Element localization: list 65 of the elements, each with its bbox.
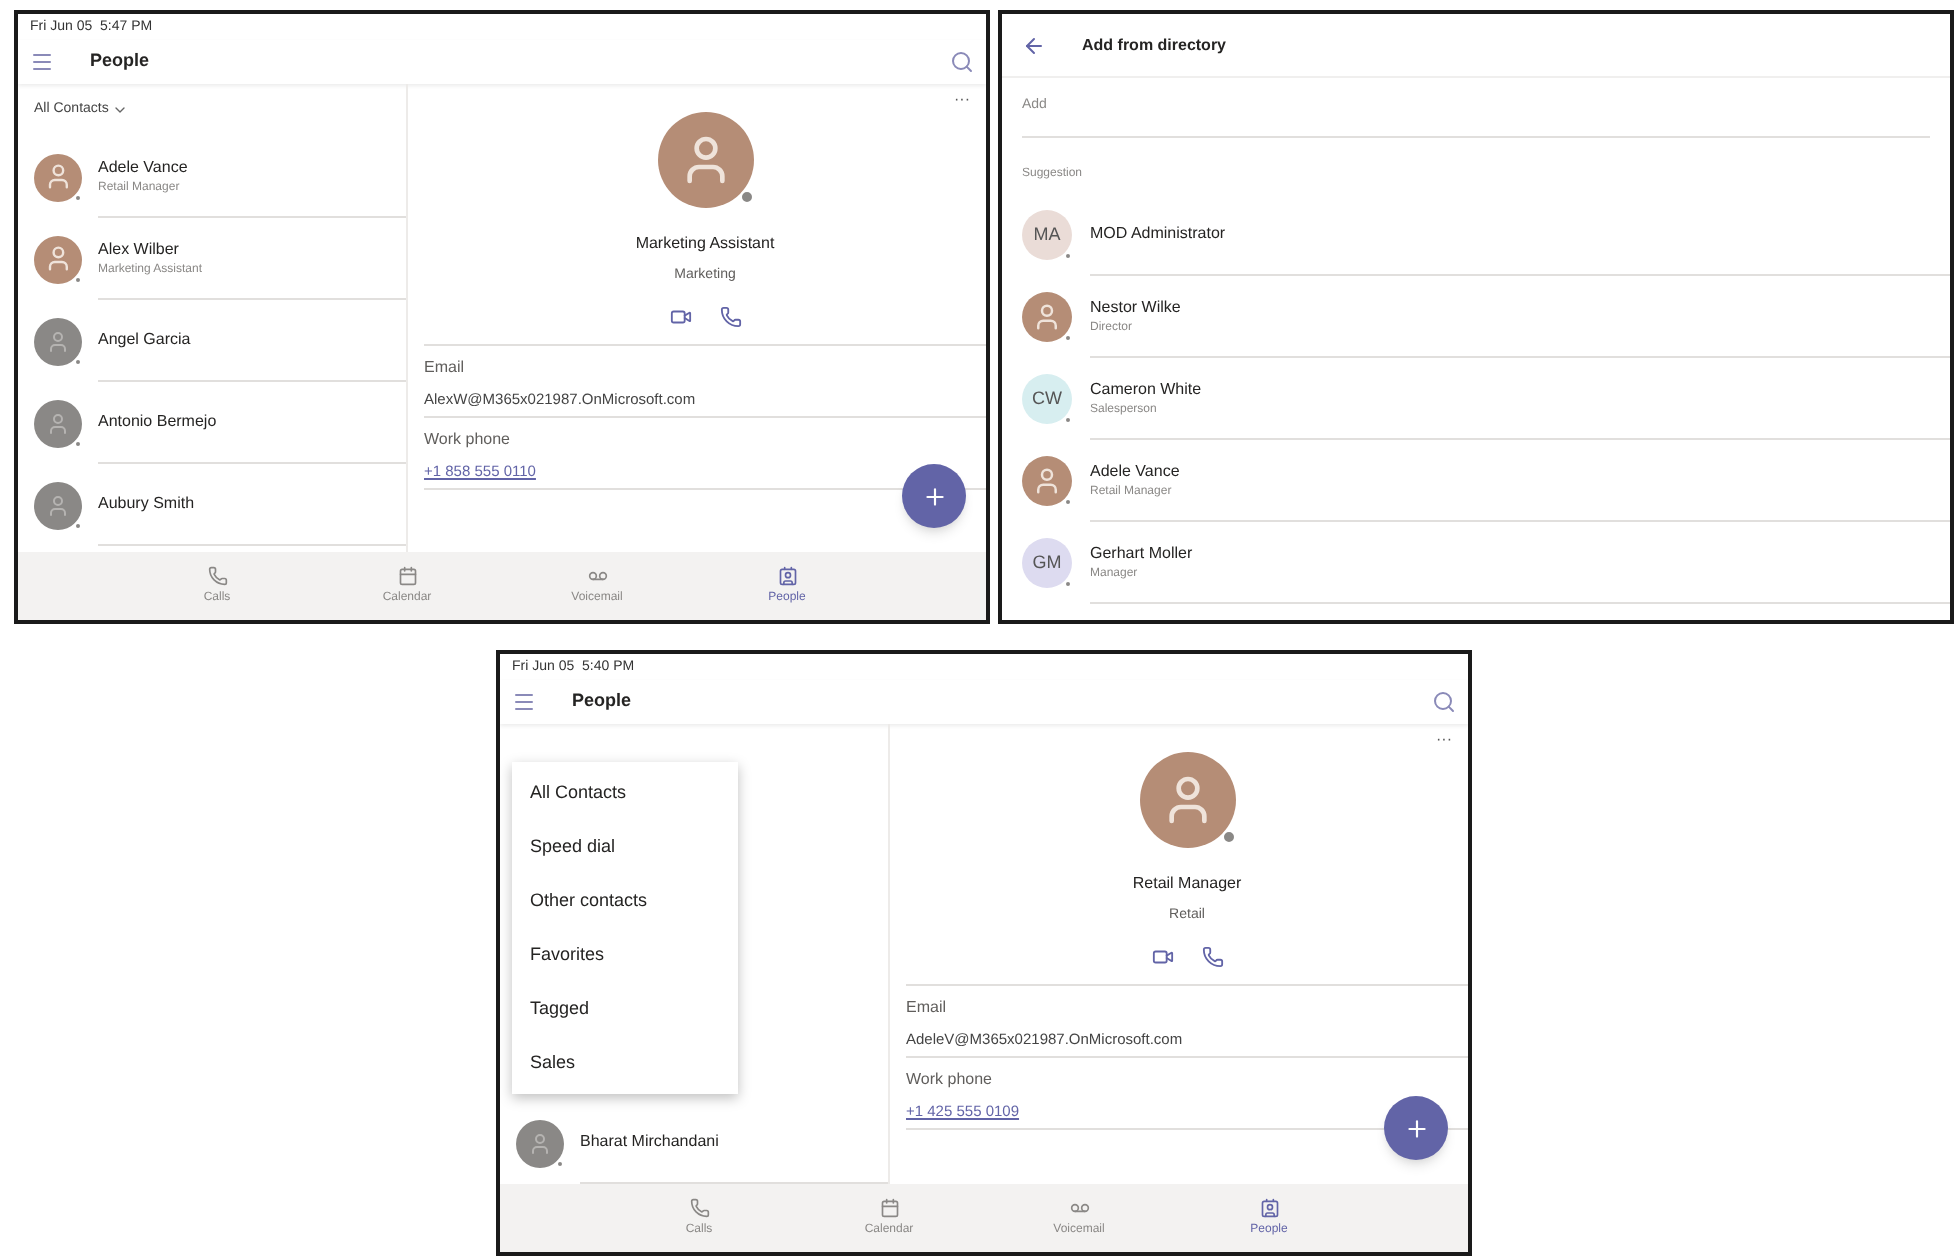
- photo-placeholder: [1139, 752, 1235, 848]
- contact-row[interactable]: Antonio Bermejo: [18, 382, 406, 464]
- plus-icon: [921, 483, 947, 509]
- search-icon[interactable]: [950, 50, 974, 74]
- page-title: Add from directory: [1082, 33, 1227, 57]
- phone-icon: [207, 565, 227, 585]
- photo-placeholder: [1022, 292, 1072, 342]
- contact-name: Antonio Bermejo: [98, 410, 219, 434]
- contact-name: Alex Wilber: [98, 237, 181, 261]
- back-arrow-icon[interactable]: [1022, 33, 1046, 57]
- add-button[interactable]: [1384, 1096, 1448, 1160]
- initials-avatar: GM: [1022, 538, 1072, 588]
- contact-row[interactable]: Angel Garcia: [18, 300, 406, 382]
- video-call-icon[interactable]: [669, 305, 691, 327]
- default-avatar: [34, 481, 82, 529]
- contact-row[interactable]: Aubury Smith: [18, 464, 406, 546]
- menu-item[interactable]: Sales: [512, 1036, 738, 1090]
- field-label: Work phone: [906, 1067, 994, 1092]
- more-options-icon[interactable]: ···: [954, 92, 970, 108]
- contact-name: Angel Garcia: [98, 328, 193, 352]
- job-title: Marketing Assistant: [635, 232, 775, 256]
- add-button[interactable]: [902, 464, 966, 528]
- field-label: Email: [906, 995, 949, 1019]
- calendar-icon: [879, 1197, 899, 1217]
- contact-name: MOD Administrator: [1090, 222, 1228, 246]
- contact-card-icon: [777, 565, 797, 585]
- calendar-icon: [397, 565, 417, 585]
- phone-icon: [689, 1197, 709, 1217]
- menu-item[interactable]: Other contacts: [512, 874, 738, 928]
- menu-item[interactable]: Tagged: [512, 982, 738, 1036]
- menu-icon[interactable]: [512, 690, 536, 714]
- contact-name: Nestor Wilke: [1090, 295, 1183, 319]
- contact-name: Cameron White: [1090, 377, 1204, 401]
- initials-avatar: CW: [1022, 374, 1072, 424]
- contact-name: Aubury Smith: [98, 492, 197, 516]
- phone-icon[interactable]: [1201, 945, 1223, 967]
- contact-name: Adele Vance: [1090, 459, 1182, 483]
- phone-icon[interactable]: [719, 305, 741, 327]
- default-avatar: [34, 317, 82, 365]
- default-avatar: [34, 399, 82, 447]
- more-options-icon[interactable]: ···: [1436, 732, 1452, 748]
- menu-item[interactable]: Speed dial: [512, 820, 738, 874]
- search-icon[interactable]: [1432, 690, 1456, 714]
- job-title: Retail Manager: [1132, 872, 1242, 896]
- field-label: Email: [424, 355, 467, 379]
- video-call-icon[interactable]: [1151, 945, 1173, 967]
- menu-icon[interactable]: [30, 50, 54, 74]
- field-label: Work phone: [424, 427, 512, 452]
- contact-name: Adele Vance: [98, 155, 190, 179]
- photo-placeholder: [34, 235, 82, 283]
- photo-placeholder: [657, 112, 753, 208]
- menu-item[interactable]: Favorites: [512, 928, 738, 982]
- menu-item[interactable]: All Contacts: [512, 766, 738, 820]
- photo-placeholder: [34, 153, 82, 201]
- default-avatar: [516, 1119, 564, 1167]
- plus-icon: [1403, 1115, 1429, 1141]
- initials-avatar: MA: [1022, 210, 1072, 260]
- contact-name: Gerhart Moller: [1090, 541, 1195, 565]
- photo-placeholder: [1022, 456, 1072, 506]
- suggestion-row[interactable]: MA MOD Administrator: [1002, 194, 1950, 276]
- page-title: People: [572, 688, 632, 715]
- chevron-down-icon[interactable]: [112, 102, 129, 118]
- contact-card-icon: [1259, 1197, 1279, 1217]
- page-title: People: [90, 48, 150, 75]
- contact-name: Bharat Mirchandani: [580, 1130, 721, 1154]
